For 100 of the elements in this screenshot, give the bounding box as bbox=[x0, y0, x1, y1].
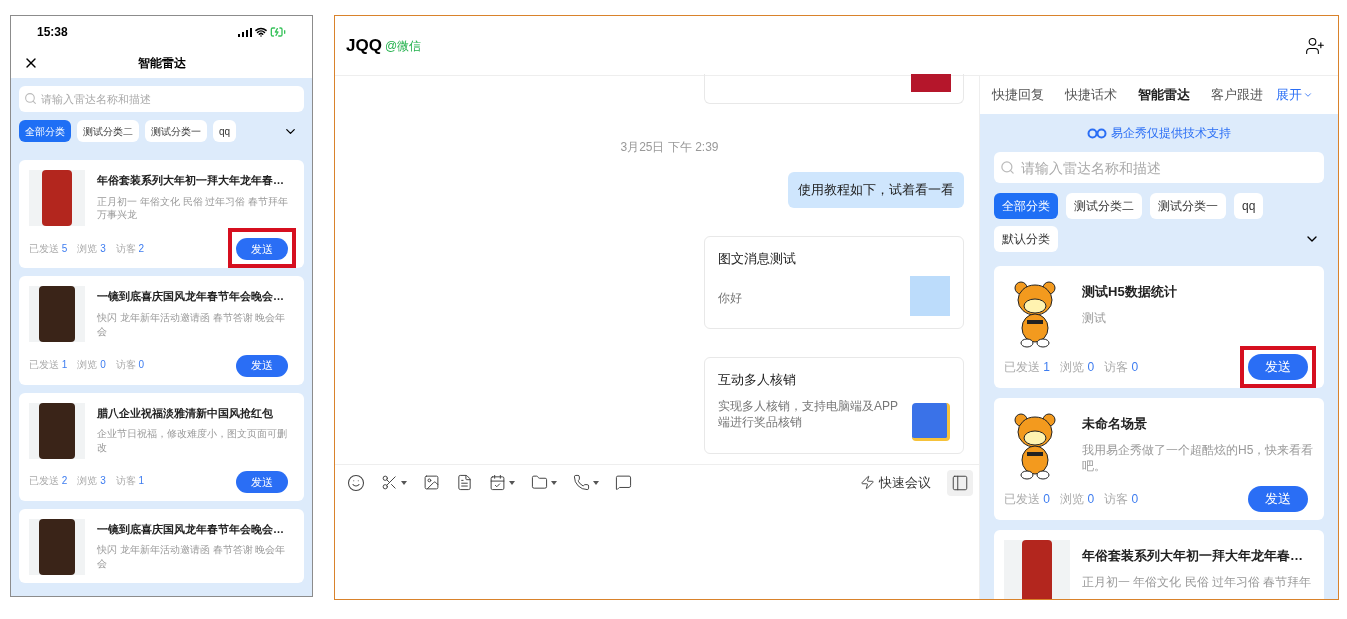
status-time: 15:38 bbox=[37, 24, 68, 41]
panel-tab[interactable]: 智能雷达 bbox=[1138, 85, 1190, 105]
flowchart-thumbnail bbox=[910, 276, 950, 316]
call-tool[interactable] bbox=[573, 474, 599, 491]
panel-tab[interactable]: 客户跟进 bbox=[1211, 85, 1263, 105]
send-button[interactable]: 发送 bbox=[1248, 354, 1308, 380]
contact-name: JQQ bbox=[346, 34, 382, 57]
card-thumbnail bbox=[911, 74, 951, 92]
search-icon bbox=[1000, 160, 1015, 175]
card-description: 测试 bbox=[1082, 309, 1107, 326]
search-field[interactable]: 请输入雷达名称和描述 bbox=[19, 86, 304, 112]
radar-card[interactable]: 未命名场景 我用易企秀做了一个超酷炫的H5，快来看看吧。 已发送 0 浏览 0 访客 0 发送 bbox=[994, 398, 1324, 520]
category-tab[interactable]: qq bbox=[1234, 193, 1264, 219]
message-card[interactable]: 图文消息测试 你好 bbox=[704, 235, 964, 329]
poster-thumbnail bbox=[29, 286, 85, 343]
card-description: 实现多人核销，支持电脑端及APP端进行奖品核销 bbox=[718, 397, 899, 431]
badge-thumbnail bbox=[912, 402, 950, 441]
stat-text: 已发送 1 bbox=[29, 357, 68, 372]
card-title: 互动多人核销 bbox=[718, 371, 797, 389]
contact-source: @微信 bbox=[384, 37, 422, 55]
caret-icon bbox=[593, 480, 599, 485]
stat-text: 访客 0 bbox=[1104, 359, 1139, 376]
card-title: 未命名场景 bbox=[1082, 415, 1148, 433]
category-tab[interactable]: 测试分类一 bbox=[1150, 193, 1226, 219]
send-button[interactable]: 发送 bbox=[236, 470, 288, 493]
poster-thumbnail bbox=[29, 402, 85, 459]
radar-card[interactable]: 一镜到底喜庆国风龙年春节年会晚会… 快闪 龙年新年活动邀请函 春节答谢 晚会年会 已发送 1 浏览 0 访客 0 发送 bbox=[19, 276, 304, 385]
logo-icon bbox=[1087, 127, 1107, 139]
card-description: 你好 bbox=[718, 289, 743, 306]
stat-text: 已发送 0 bbox=[1004, 491, 1051, 508]
category-tab[interactable]: 测试分类二 bbox=[77, 120, 139, 142]
category-tab[interactable]: 测试分类二 bbox=[1066, 193, 1142, 219]
screenshot-tool[interactable] bbox=[381, 474, 407, 491]
support-note: 易企秀仅提供技术支持 bbox=[1111, 125, 1231, 142]
sidebar-toggle-icon[interactable] bbox=[947, 469, 973, 496]
chat-icon[interactable] bbox=[615, 474, 632, 491]
radar-card[interactable]: 腊八企业祝福淡雅清新中国风抢红包 企业节日祝福，修改难度小，图文页面可删改 已发送 2 浏览 3 访客 1 发送 bbox=[19, 392, 304, 501]
image-icon[interactable] bbox=[423, 474, 440, 491]
panel-tab[interactable]: 快捷话术 bbox=[1065, 85, 1117, 105]
card-description: 我用易企秀做了一个超酷炫的H5，快来看看吧。 bbox=[1082, 441, 1314, 475]
emoji-icon[interactable] bbox=[347, 473, 365, 492]
stat-text: 访客 0 bbox=[1104, 491, 1139, 508]
poster-thumbnail bbox=[29, 518, 85, 575]
card-title: 年俗套装系列大年初一拜大年龙年春… bbox=[1082, 547, 1304, 565]
category-tab[interactable]: 全部分类 bbox=[19, 120, 71, 142]
card-description: 快闪 龙年新年活动邀请函 春节答谢 晚会年会 bbox=[97, 543, 287, 571]
stat-text: 访客 2 bbox=[115, 241, 145, 256]
folder-icon bbox=[531, 474, 548, 491]
chevron-icon bbox=[1303, 90, 1313, 100]
stat-text: 浏览 0 bbox=[1060, 491, 1095, 508]
send-button[interactable]: 发送 bbox=[1248, 486, 1308, 512]
schedule-tool[interactable] bbox=[489, 474, 515, 491]
document-icon[interactable] bbox=[456, 474, 473, 491]
stat-text: 已发送 2 bbox=[29, 474, 68, 489]
radar-card[interactable]: 测试H5数据统计 测试 已发送 1 浏览 0 访客 0 发送 bbox=[994, 266, 1324, 388]
quick-meeting-button[interactable]: 快速会议 bbox=[860, 472, 931, 493]
search-field[interactable]: 请输入雷达名称和描述 bbox=[994, 152, 1324, 183]
stat-text: 已发送 1 bbox=[1004, 359, 1051, 376]
stat-text: 浏览 0 bbox=[77, 357, 106, 372]
card-title: 图文消息测试 bbox=[718, 249, 797, 268]
card-title: 腊八企业祝福淡雅清新中国风抢红包 bbox=[97, 405, 274, 421]
file-tool[interactable] bbox=[531, 474, 557, 491]
screen-title: 智能雷达 bbox=[137, 55, 186, 72]
expand-button[interactable]: 展开 bbox=[1276, 85, 1313, 105]
send-button[interactable]: 发送 bbox=[236, 238, 288, 261]
stat-text: 已发送 5 bbox=[29, 241, 68, 256]
poster-thumbnail bbox=[29, 170, 85, 226]
search-icon bbox=[24, 92, 37, 105]
radar-card[interactable]: 一镜到底喜庆国风龙年春节年会晚会… 快闪 龙年新年活动邀请函 春节答谢 晚会年会 bbox=[19, 508, 304, 583]
message-bubble: 使用教程如下，试着看一看 bbox=[788, 172, 964, 208]
stat-text: 访客 0 bbox=[115, 357, 145, 372]
radar-card[interactable]: 年俗套装系列大年初一拜大年龙年春… 正月初一 年俗文化 民俗 过年习俗 春节拜年 bbox=[994, 530, 1324, 599]
send-button[interactable]: 发送 bbox=[236, 354, 288, 377]
card-title: 一镜到底喜庆国风龙年春节年会晚会… bbox=[97, 521, 285, 537]
card-description: 快闪 龙年新年活动邀请函 春节答谢 晚会年会 bbox=[97, 310, 287, 339]
battery-icon bbox=[270, 24, 286, 40]
category-tab[interactable]: 全部分类 bbox=[994, 193, 1058, 219]
category-tab[interactable]: qq bbox=[213, 120, 237, 142]
signal-icon bbox=[238, 27, 252, 37]
stat-text: 浏览 3 bbox=[77, 474, 106, 489]
calendar-icon bbox=[489, 474, 506, 491]
timestamp: 3月25日 下午 2:39 bbox=[619, 139, 719, 156]
panel-tab[interactable]: 快捷回复 bbox=[992, 85, 1044, 105]
add-member-icon[interactable] bbox=[1305, 35, 1325, 56]
message-card[interactable]: 互动多人核销 实现多人核销，支持电脑端及APP端进行奖品核销 bbox=[704, 357, 964, 454]
card-title: 一镜到底喜庆国风龙年春节年会晚会… bbox=[97, 289, 285, 305]
phone-icon bbox=[573, 474, 590, 491]
scissors-icon bbox=[381, 474, 398, 491]
message-card[interactable] bbox=[704, 74, 964, 104]
card-description: 正月初一 年俗文化 民俗 过年习俗 春节拜年 bbox=[1082, 573, 1312, 590]
category-tab[interactable]: 默认分类 bbox=[994, 226, 1058, 252]
card-title: 年俗套装系列大年初一拜大年龙年春… bbox=[97, 173, 285, 188]
card-title: 测试H5数据统计 bbox=[1082, 283, 1177, 301]
lightning-icon bbox=[860, 475, 875, 490]
category-tab[interactable]: 测试分类一 bbox=[145, 120, 207, 142]
caret-icon bbox=[401, 480, 407, 485]
stat-text: 访客 1 bbox=[115, 474, 145, 489]
stat-text: 浏览 3 bbox=[77, 241, 106, 256]
stat-text: 浏览 0 bbox=[1060, 359, 1095, 376]
caret-icon bbox=[551, 480, 557, 485]
